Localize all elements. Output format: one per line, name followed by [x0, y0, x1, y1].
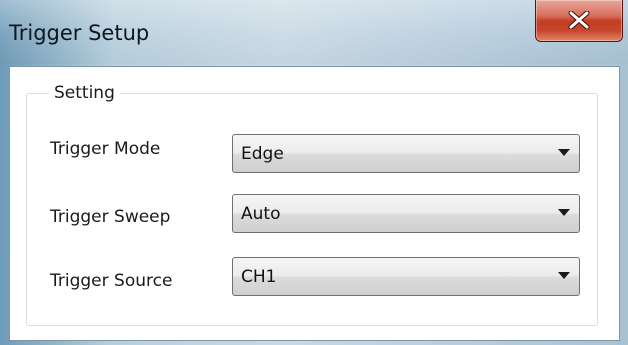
- trigger-sweep-value: Auto: [241, 204, 281, 224]
- chevron-down-icon: [558, 149, 570, 156]
- trigger-source-label: Trigger Source: [50, 271, 173, 291]
- trigger-sweep-dropdown[interactable]: Auto: [232, 194, 580, 233]
- trigger-setup-dialog: Trigger Setup Setting Trigger Mode Edge …: [0, 0, 628, 345]
- chevron-down-icon: [558, 272, 570, 279]
- close-button[interactable]: [535, 0, 623, 42]
- close-x-glyph: [568, 11, 590, 29]
- trigger-source-dropdown[interactable]: CH1: [232, 257, 580, 296]
- trigger-mode-value: Edge: [241, 144, 284, 164]
- trigger-mode-dropdown[interactable]: Edge: [232, 134, 580, 173]
- trigger-sweep-label: Trigger Sweep: [50, 207, 171, 227]
- trigger-source-value: CH1: [241, 267, 277, 287]
- close-icon: [536, 0, 622, 40]
- setting-group-label: Setting: [49, 82, 120, 104]
- chevron-down-icon: [558, 209, 570, 216]
- window-title: Trigger Setup: [9, 21, 150, 45]
- trigger-mode-label: Trigger Mode: [50, 139, 161, 159]
